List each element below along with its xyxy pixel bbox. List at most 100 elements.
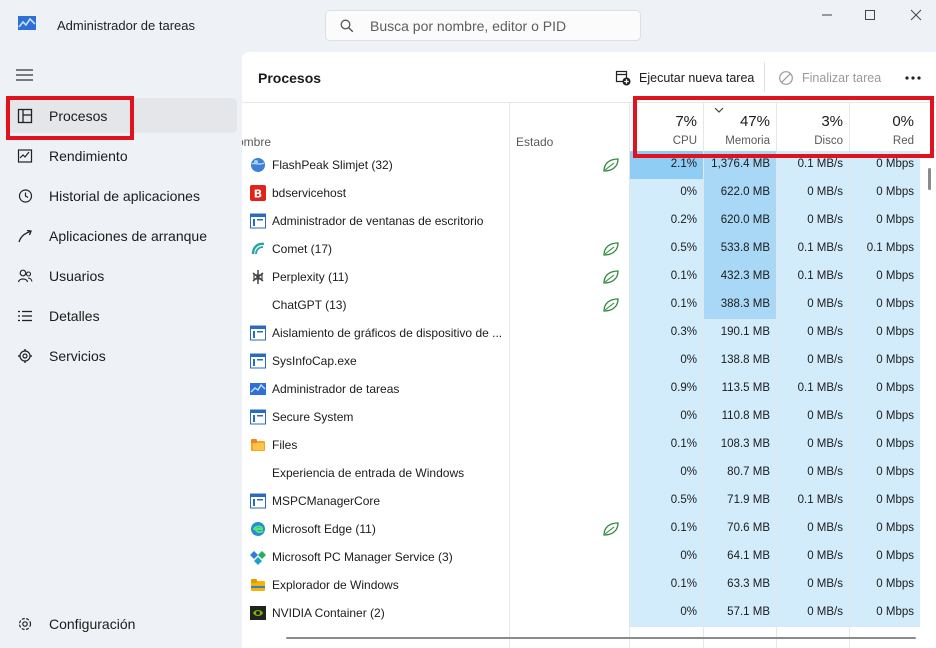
minimize-button[interactable]: [812, 5, 842, 25]
process-name: NVIDIA Container (2): [272, 606, 385, 620]
column-header-cpu[interactable]: 7% CPU: [630, 103, 703, 151]
disk-cell: 0 MB/s: [777, 207, 849, 235]
sidebar-item-processes[interactable]: Procesos: [5, 98, 237, 133]
window-app-icon: [250, 353, 266, 369]
close-button[interactable]: [901, 5, 931, 25]
memory-cell: 108.3 MB: [704, 431, 776, 459]
table-row[interactable]: Secure System 0% 110.8 MB 0 MB/s 0 Mbps: [242, 403, 920, 431]
sidebar-item-label: Rendimiento: [49, 148, 128, 164]
end-task-button[interactable]: Finalizar tarea: [778, 67, 881, 89]
toolbar-divider: [764, 62, 765, 92]
disk-cell: 0 MB/s: [777, 599, 849, 627]
table-row[interactable]: ChatGPT (13) 0.1% 388.3 MB 0 MB/s 0 Mbps: [242, 291, 920, 319]
network-cell: 0 Mbps: [850, 571, 920, 599]
column-header-status[interactable]: Estado: [510, 103, 629, 151]
app-title: Administrador de tareas: [57, 18, 196, 33]
table-row[interactable]: MSPCManagerCore 0.5% 71.9 MB 0.1 MB/s 0 Mbps: [242, 487, 920, 515]
sidebar-item-settings[interactable]: Configuración: [5, 606, 237, 641]
more-options-button[interactable]: [904, 68, 922, 88]
sidebar-item-label: Detalles: [49, 308, 100, 324]
window-app-icon: [250, 493, 266, 509]
network-cell: 0 Mbps: [850, 151, 920, 179]
sidebar-item-startup-apps[interactable]: Aplicaciones de arranque: [5, 218, 237, 253]
window-app-icon: [250, 325, 266, 341]
table-row[interactable]: Explorador de Windows 0.1% 63.3 MB 0 MB/s 0 …: [242, 571, 920, 599]
column-header-network[interactable]: 0% Red: [850, 103, 920, 151]
sidebar-item-performance[interactable]: Rendimiento: [5, 138, 237, 173]
cpu-cell: 0.5%: [630, 235, 703, 263]
efficiency-mode-leaf-icon: [603, 242, 619, 256]
window-app-icon: [250, 213, 266, 229]
hamburger-menu-icon[interactable]: [15, 67, 35, 83]
cpu-cell: 0.1%: [630, 571, 703, 599]
memory-cell: 432.3 MB: [704, 263, 776, 291]
sidebar-item-services[interactable]: Servicios: [5, 338, 237, 373]
maximize-button[interactable]: [855, 5, 885, 25]
disk-cell: 0 MB/s: [777, 347, 849, 375]
table-row[interactable]: Aislamiento de gráficos de dispositivo d…: [242, 319, 920, 347]
table-row[interactable]: Administrador de tareas 0.9% 113.5 MB 0.1 M…: [242, 375, 920, 403]
table-row[interactable]: FlashPeak Slimjet (32) 2.1% 1,376.4 MB 0.1 …: [242, 151, 920, 179]
network-cell: 0 Mbps: [850, 431, 920, 459]
sidebar-item-label: Usuarios: [49, 268, 105, 284]
sidebar-item-users[interactable]: Usuarios: [5, 258, 237, 293]
table-row[interactable]: Experiencia de entrada de Windows 0% 80.7 …: [242, 459, 920, 487]
horizontal-scrollbar[interactable]: [286, 637, 916, 639]
window-app-icon: [250, 409, 266, 425]
sidebar-item-label: Historial de aplicaciones: [49, 188, 200, 204]
more-dots-icon: [905, 76, 921, 80]
table-row[interactable]: Microsoft Edge (11) 0.1% 70.6 MB 0 MB/s 0 Mb…: [242, 515, 920, 543]
run-new-task-button[interactable]: Ejecutar nueva tarea: [615, 67, 754, 89]
process-name: Secure System: [272, 410, 354, 424]
processes-panel: Procesos Ejecutar nueva tarea Finalizar …: [242, 52, 936, 648]
table-row[interactable]: Comet (17) 0.5% 533.8 MB 0.1 MB/s 0.1 Mbps: [242, 235, 920, 263]
network-cell: 0 Mbps: [850, 179, 920, 207]
efficiency-mode-leaf-icon: [603, 270, 619, 284]
files-folder-icon: [251, 439, 265, 451]
process-name: Explorador de Windows: [272, 578, 399, 592]
search-box[interactable]: [325, 10, 641, 41]
memory-cell: 622.0 MB: [704, 179, 776, 207]
process-name: Microsoft PC Manager Service (3): [272, 550, 453, 564]
column-header-disk[interactable]: 3% Disco: [777, 103, 849, 151]
disk-cell: 0 MB/s: [777, 571, 849, 599]
memory-cell: 63.3 MB: [704, 571, 776, 599]
history-icon: [18, 189, 33, 203]
table-row[interactable]: NVIDIA Container (2) 0% 57.1 MB 0 MB/s 0 Mbp…: [242, 599, 920, 627]
cpu-cell: 0%: [630, 543, 703, 571]
column-label: Estado: [516, 135, 554, 149]
network-cell: 0 Mbps: [850, 319, 920, 347]
table-row[interactable]: Microsoft PC Manager Service (3) 0% 64.1 M…: [242, 543, 920, 571]
search-icon: [340, 19, 354, 33]
run-task-icon: [615, 70, 631, 86]
disk-cell: 0 MB/s: [777, 431, 849, 459]
memory-cell: 113.5 MB: [704, 375, 776, 403]
close-icon: [910, 9, 922, 21]
efficiency-mode-leaf-icon: [603, 522, 619, 536]
network-cell: 0 Mbps: [850, 403, 920, 431]
process-name: bdservicehost: [272, 186, 347, 200]
services-icon: [18, 349, 32, 363]
svg-text:B: B: [254, 188, 262, 201]
sidebar-item-label: Configuración: [49, 616, 136, 632]
memory-cell: 57.1 MB: [704, 599, 776, 627]
table-row[interactable]: Administrador de ventanas de escritorio 0…: [242, 207, 920, 235]
disk-cell: 0.1 MB/s: [777, 375, 849, 403]
memory-cell: 110.8 MB: [704, 403, 776, 431]
column-label: Disco: [814, 135, 843, 147]
sidebar-item-details[interactable]: Detalles: [5, 298, 237, 333]
network-cell: 0 Mbps: [850, 375, 920, 403]
column-header-name[interactable]: ombre: [242, 103, 509, 151]
search-input[interactable]: [370, 16, 630, 36]
disk-cell: 0.1 MB/s: [777, 263, 849, 291]
perplexity-icon: [252, 270, 264, 284]
table-row[interactable]: Files 0.1% 108.3 MB 0 MB/s 0 Mbps: [242, 431, 920, 459]
task-manager-icon: [18, 16, 36, 30]
cpu-cell: 0.1%: [630, 515, 703, 543]
table-row[interactable]: SysInfoCap.exe 0% 138.8 MB 0 MB/s 0 Mbps: [242, 347, 920, 375]
table-row[interactable]: Bbdservicehost 0% 622.0 MB 0 MB/s 0 Mbps: [242, 179, 920, 207]
table-row[interactable]: Perplexity (11) 0.1% 432.3 MB 0.1 MB/s 0 Mbp…: [242, 263, 920, 291]
vertical-scrollbar[interactable]: [928, 168, 931, 190]
sidebar-item-app-history[interactable]: Historial de aplicaciones: [5, 178, 237, 213]
memory-total-percent: 47%: [739, 113, 770, 130]
